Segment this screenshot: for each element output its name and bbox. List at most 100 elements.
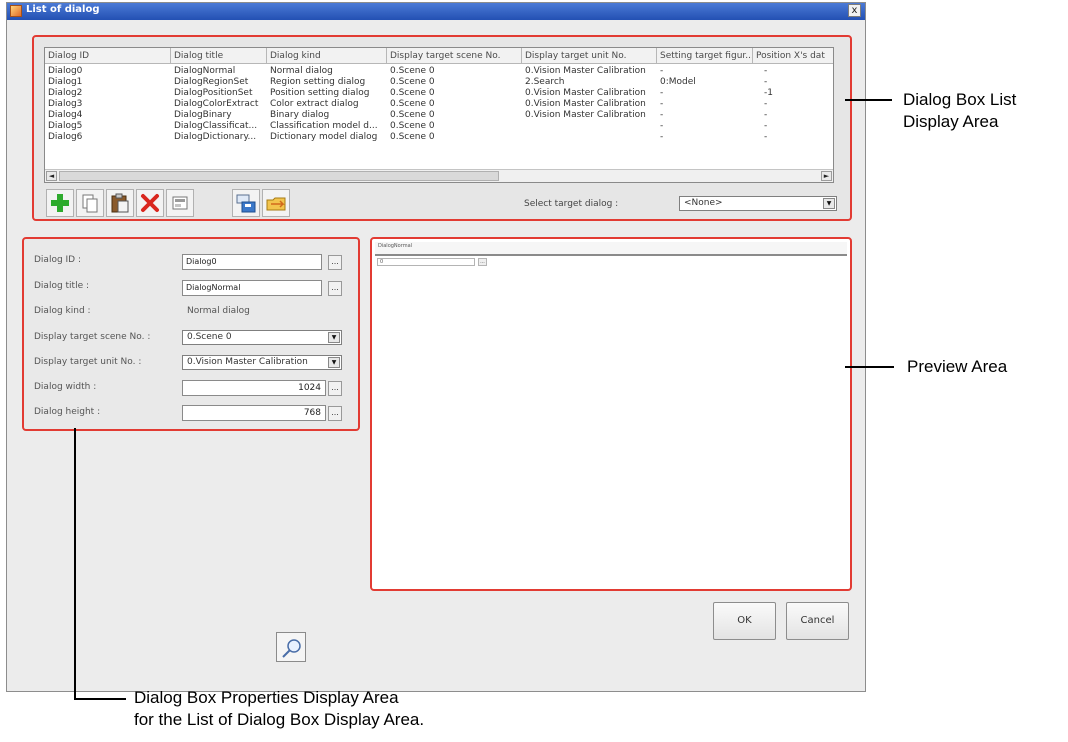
cell-dialog-kind: Normal dialog (270, 66, 333, 76)
import-dialog-button[interactable] (262, 189, 290, 217)
cell-scene: 0.Scene 0 (390, 88, 435, 98)
cell-dialog-id: Dialog0 (48, 66, 83, 76)
dialog-list-area: Dialog ID Dialog title Dialog kind Displ… (32, 35, 852, 221)
preview-dialog-title: DialogNormal (378, 243, 413, 249)
table-row[interactable]: Dialog3 DialogColorExtract Color extract… (45, 99, 833, 110)
cell-dialog-id: Dialog1 (48, 77, 83, 87)
dialog-title-edit-button[interactable]: ... (328, 281, 342, 296)
preview-area: DialogNormal 0 ... (370, 237, 852, 591)
cell-dialog-title: DialogDictionary... (174, 132, 257, 142)
table-row[interactable]: Dialog6 DialogDictionary... Dictionary m… (45, 132, 833, 143)
cell-unit: 0.Vision Master Calibration (525, 66, 646, 76)
dialog-id-input[interactable]: Dialog0 (182, 254, 322, 270)
copy-dialog-button[interactable] (76, 189, 104, 217)
cell-dialog-title: DialogNormal (174, 66, 236, 76)
cell-dialog-kind: Dictionary model dialog (270, 132, 378, 142)
table-row[interactable]: Dialog0 DialogNormal Normal dialog 0.Sce… (45, 66, 833, 77)
cell-dialog-kind: Position setting dialog (270, 88, 370, 98)
display-target-scene-dropdown[interactable]: 0.Scene 0 ▼ (182, 330, 342, 345)
dialog-title-input[interactable]: DialogNormal (182, 280, 322, 296)
cell-dialog-id: Dialog5 (48, 121, 83, 131)
props-callout-line1: Dialog Box Properties Display Area (134, 688, 399, 707)
dialog-width-edit-button[interactable]: ... (328, 381, 342, 396)
cell-scene: 0.Scene 0 (390, 132, 435, 142)
export-dialog-button[interactable] (232, 189, 260, 217)
preview-callout-label: Preview Area (907, 357, 1008, 376)
select-target-dialog-dropdown[interactable]: <None> ▼ (679, 196, 837, 211)
dialog-width-input[interactable]: 1024 (182, 380, 326, 396)
cell-figure: - (660, 99, 664, 109)
list-callout-line2: Display Area (903, 112, 999, 131)
cell-figure: - (660, 132, 664, 142)
table-row[interactable]: Dialog5 DialogClassificat... Classificat… (45, 121, 833, 132)
dialog-id-edit-button[interactable]: ... (328, 255, 342, 270)
scroll-right-icon[interactable]: ► (821, 171, 832, 181)
ok-button[interactable]: OK (713, 602, 776, 640)
column-header[interactable]: Dialog ID (45, 48, 171, 64)
add-dialog-button[interactable] (46, 189, 74, 217)
column-header[interactable]: Display target scene No. (387, 48, 522, 64)
cell-dialog-kind: Classification model d... (270, 121, 378, 131)
paste-dialog-button[interactable] (106, 189, 134, 217)
scroll-thumb[interactable] (59, 171, 499, 181)
props-callout-line2: for the List of Dialog Box Display Area. (134, 710, 425, 729)
preview-input: 0 (377, 258, 475, 266)
display-target-unit-value: 0.Vision Master Calibration (187, 357, 308, 367)
cell-dialog-title: DialogColorExtract (174, 99, 259, 109)
title-bar: List of dialog x (7, 3, 865, 20)
column-header[interactable]: Setting target figur... (657, 48, 753, 64)
cell-position-x: - (764, 66, 768, 76)
dialog-height-edit-button[interactable]: ... (328, 406, 342, 421)
chevron-down-icon[interactable]: ▼ (328, 357, 340, 368)
app-icon (10, 5, 22, 17)
import-icon (266, 197, 286, 211)
cell-scene: 0.Scene 0 (390, 121, 435, 131)
cell-unit: 2.Search (525, 77, 565, 87)
cell-figure: - (660, 88, 664, 98)
display-target-unit-dropdown[interactable]: 0.Vision Master Calibration ▼ (182, 355, 342, 370)
cell-dialog-id: Dialog6 (48, 132, 83, 142)
paste-icon (111, 193, 129, 213)
table-row[interactable]: Dialog4 DialogBinary Binary dialog 0.Sce… (45, 110, 833, 121)
cell-position-x: - (764, 99, 768, 109)
properties-button[interactable] (166, 189, 194, 217)
cell-unit: 0.Vision Master Calibration (525, 99, 646, 109)
cell-dialog-id: Dialog2 (48, 88, 83, 98)
cell-position-x: - (764, 77, 768, 87)
dialog-height-input[interactable]: 768 (182, 405, 326, 421)
column-header[interactable]: Dialog title (171, 48, 267, 64)
table-row[interactable]: Dialog1 DialogRegionSet Region setting d… (45, 77, 833, 88)
scroll-left-icon[interactable]: ◄ (46, 171, 57, 181)
chevron-down-icon[interactable]: ▼ (328, 332, 340, 343)
cell-position-x: - (764, 110, 768, 120)
list-callout-line (845, 99, 892, 101)
delete-dialog-button[interactable] (136, 189, 164, 217)
table-row[interactable]: Dialog2 DialogPositionSet Position setti… (45, 88, 833, 99)
close-button[interactable]: x (848, 4, 861, 17)
table-header: Dialog ID Dialog title Dialog kind Displ… (45, 48, 833, 64)
cancel-button[interactable]: Cancel (786, 602, 849, 640)
window-title: List of dialog (26, 4, 100, 15)
column-header[interactable]: Dialog kind (267, 48, 387, 64)
display-target-scene-label: Display target scene No. : (34, 332, 151, 342)
add-icon (51, 194, 69, 212)
horizontal-scrollbar[interactable]: ◄ ► (45, 169, 833, 182)
dialog-kind-label: Dialog kind : (34, 306, 91, 316)
display-target-unit-label: Display target unit No. : (34, 357, 142, 367)
cell-dialog-title: DialogClassificat... (174, 121, 258, 131)
dialog-list-table[interactable]: Dialog ID Dialog title Dialog kind Displ… (44, 47, 834, 183)
column-header[interactable]: Position X's dat (753, 48, 833, 64)
properties-icon (172, 196, 188, 210)
props-callout-horizontal-line (74, 698, 126, 700)
select-target-dialog-label: Select target dialog : (524, 199, 619, 209)
dialog-title-label: Dialog title : (34, 281, 90, 291)
column-header[interactable]: Display target unit No. (522, 48, 657, 64)
dialog-id-label: Dialog ID : (34, 255, 82, 265)
list-of-dialog-window: List of dialog x Dialog ID Dialog title … (6, 2, 866, 692)
preview-zoom-button[interactable] (276, 632, 306, 662)
chevron-down-icon[interactable]: ▼ (823, 198, 835, 209)
cell-figure: 0:Model (660, 77, 696, 87)
cell-dialog-id: Dialog3 (48, 99, 83, 109)
cell-scene: 0.Scene 0 (390, 99, 435, 109)
cell-figure: - (660, 121, 664, 131)
